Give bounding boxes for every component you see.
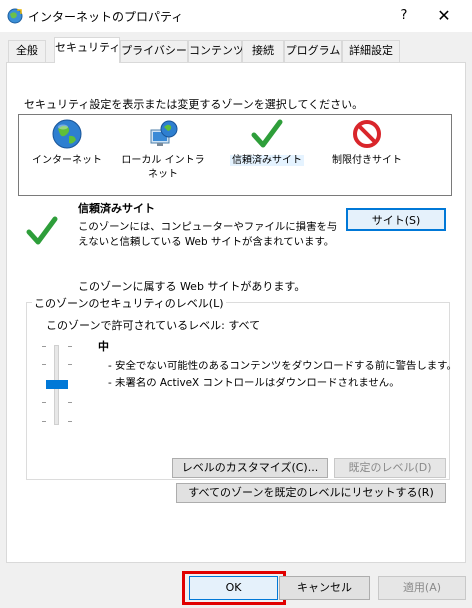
slider-tick xyxy=(42,421,46,422)
zone-internet-label: インターネット xyxy=(32,155,102,166)
zone-restricted-sites[interactable]: 制限付きサイト xyxy=(324,118,410,168)
slider-tick xyxy=(42,402,46,403)
default-level-button[interactable]: 既定のレベル(D) xyxy=(334,458,446,478)
slider-tick xyxy=(42,364,46,365)
cancel-button[interactable]: キャンセル xyxy=(279,576,370,600)
security-level-group-label: このゾーンのセキュリティのレベル(L) xyxy=(32,295,226,311)
trusted-checkmark-icon xyxy=(26,216,58,249)
tab-connections[interactable]: 接続 xyxy=(242,40,284,62)
security-level-description-1: - 安全でない可能性のあるコンテンツをダウンロードする前に警告します。 xyxy=(108,360,457,372)
tab-security[interactable]: セキュリティ xyxy=(54,37,120,63)
window-title: インターネットのプロパティ xyxy=(28,10,184,24)
tab-privacy[interactable]: プライバシー xyxy=(120,40,188,62)
tab-general[interactable]: 全般 xyxy=(8,40,46,62)
restricted-icon xyxy=(353,120,381,148)
custom-level-button[interactable]: レベルのカスタマイズ(C)... xyxy=(172,458,328,478)
selected-zone-description: このゾーンには、コンピューターやファイルに損害を与えないと信頼している Web … xyxy=(78,221,338,248)
tab-advanced[interactable]: 詳細設定 xyxy=(342,40,400,62)
security-level-description-2: - 未署名の ActiveX コントロールはダウンロードされません。 xyxy=(108,377,400,389)
slider-thumb[interactable] xyxy=(46,380,68,389)
help-button[interactable]: ? xyxy=(392,5,416,27)
slider-tick xyxy=(68,402,72,403)
slider-tick xyxy=(68,421,72,422)
slider-tick xyxy=(42,346,46,347)
ok-button[interactable]: OK xyxy=(189,576,278,600)
slider-tick xyxy=(68,364,72,365)
tab-content[interactable]: コンテンツ xyxy=(188,40,244,62)
internet-options-icon xyxy=(6,7,24,25)
sites-button[interactable]: サイト(S) xyxy=(346,208,446,231)
close-button[interactable]: ✕ xyxy=(430,5,458,27)
zone-internet[interactable]: インターネット xyxy=(24,118,110,168)
zone-local-intranet-label: ローカル イントラネット xyxy=(121,155,205,180)
globe-icon xyxy=(52,119,82,149)
apply-button[interactable]: 適用(A) xyxy=(378,576,466,600)
zone-restricted-sites-label: 制限付きサイト xyxy=(332,155,402,166)
tab-programs[interactable]: プログラム xyxy=(284,40,342,62)
zone-trusted-sites-label: 信頼済みサイト xyxy=(230,155,304,166)
zone-trusted-sites[interactable]: 信頼済みサイト xyxy=(224,118,310,168)
intranet-icon xyxy=(150,120,178,146)
checkmark-icon xyxy=(251,119,283,148)
allowed-level-text: このゾーンで許可されているレベル: すべて xyxy=(46,319,261,332)
zone-instruction: セキュリティ設定を表示または変更するゾーンを選択してください。 xyxy=(24,98,364,111)
zone-sites-note: このゾーンに属する Web サイトがあります。 xyxy=(78,280,306,293)
security-level-name: 中 xyxy=(98,340,109,353)
reset-all-zones-button[interactable]: すべてのゾーンを既定のレベルにリセットする(R) xyxy=(176,483,446,503)
selected-zone-title: 信頼済みサイト xyxy=(78,202,155,215)
slider-tick xyxy=(68,346,72,347)
zone-local-intranet[interactable]: ローカル イントラネット xyxy=(120,118,206,182)
